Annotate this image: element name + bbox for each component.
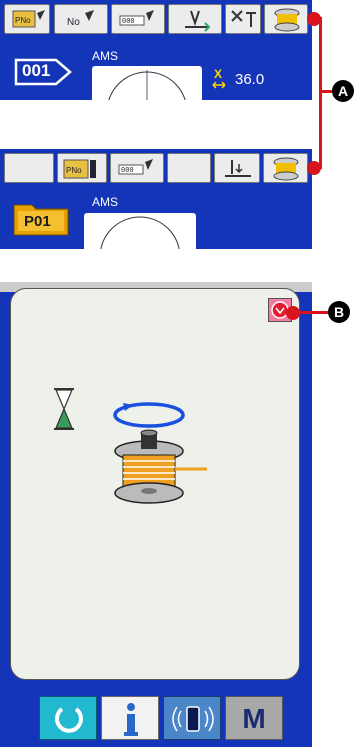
thread-tension-icon bbox=[231, 10, 256, 27]
info-button[interactable] bbox=[101, 696, 159, 740]
svg-text:PNo: PNo bbox=[15, 16, 31, 25]
callout-a-stub-top bbox=[313, 17, 322, 20]
presser-down-icon bbox=[225, 160, 251, 177]
thread-tension-button[interactable] bbox=[225, 4, 261, 34]
mode-button[interactable]: M bbox=[225, 696, 283, 740]
ams-label: AMS bbox=[92, 49, 119, 63]
presser-button[interactable] bbox=[168, 4, 222, 34]
callout-a-stub-bottom bbox=[313, 166, 322, 169]
pattern-number-button[interactable]: PNo bbox=[4, 4, 50, 34]
bobbin-winder-button-b[interactable] bbox=[263, 153, 308, 183]
communication-button[interactable] bbox=[163, 696, 221, 740]
hourglass-icon bbox=[54, 388, 74, 430]
info-icon bbox=[124, 703, 138, 736]
bobbin-winder-button-a[interactable] bbox=[264, 4, 308, 34]
x-label: X bbox=[214, 67, 223, 81]
svg-text:000: 000 bbox=[121, 167, 134, 175]
pattern-preview-b bbox=[84, 213, 196, 249]
pattern-preview bbox=[92, 66, 202, 100]
svg-text:PNo: PNo bbox=[66, 166, 82, 175]
presser-icon bbox=[185, 10, 211, 32]
bobbin-dialog bbox=[10, 288, 300, 680]
ams-label-b: AMS bbox=[92, 195, 119, 209]
x-value: 36.0 bbox=[235, 71, 265, 88]
mode-label: M bbox=[242, 703, 266, 734]
pattern-number-button-b[interactable]: PNo bbox=[57, 153, 107, 183]
counter-edit-icon: 000 bbox=[119, 10, 154, 26]
screen-a: PNo No 000 001 AMS X 36.0 bbox=[0, 0, 312, 100]
counter-edit-button-b[interactable]: 000 bbox=[110, 153, 164, 183]
callout-a-letter: A bbox=[332, 80, 354, 102]
ready-icon bbox=[55, 707, 83, 733]
pattern-number-icon: PNo bbox=[63, 159, 96, 179]
presser-down-button[interactable] bbox=[214, 153, 260, 183]
callout-b-line bbox=[296, 311, 330, 314]
blank-button-1[interactable] bbox=[4, 153, 54, 183]
communication-icon bbox=[172, 706, 214, 732]
svg-text:No: No bbox=[67, 17, 80, 28]
rotation-arrow-icon bbox=[113, 402, 185, 428]
counter-edit-icon: 000 bbox=[118, 159, 153, 175]
blank-button-2[interactable] bbox=[167, 153, 211, 183]
bobbin-winder-icon bbox=[274, 8, 300, 32]
bobbin-icon bbox=[114, 429, 207, 504]
callout-b-letter: B bbox=[328, 301, 350, 323]
folder-label: P01 bbox=[24, 213, 51, 230]
bobbin-winder-icon bbox=[273, 157, 299, 181]
pattern-number-icon: PNo bbox=[12, 10, 45, 28]
dialog-screen: M bbox=[0, 282, 312, 747]
ready-button[interactable] bbox=[39, 696, 97, 740]
pattern-number-display[interactable]: 001 bbox=[10, 52, 80, 92]
counter-edit-button[interactable]: 000 bbox=[111, 4, 165, 34]
move-arrows-icon bbox=[212, 81, 226, 89]
pattern-number: 001 bbox=[22, 61, 51, 80]
number-edit-button[interactable]: No bbox=[54, 4, 108, 34]
screen-b: PNo 000 P01 AMS bbox=[0, 149, 312, 249]
svg-text:000: 000 bbox=[122, 18, 135, 26]
no-edit-icon: No bbox=[67, 10, 94, 28]
folder-button[interactable]: P01 bbox=[12, 199, 70, 237]
